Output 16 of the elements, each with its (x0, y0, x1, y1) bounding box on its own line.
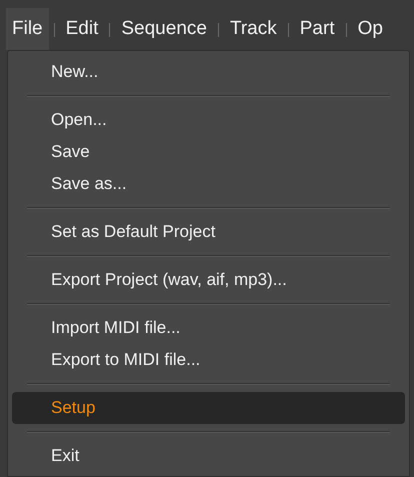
menu-item[interactable]: New... (12, 56, 405, 88)
menu-item[interactable]: Import MIDI file... (12, 312, 405, 344)
menu-item[interactable]: Set as Default Project (12, 216, 405, 248)
menu-bar-item[interactable]: Op (352, 8, 389, 50)
menu-item[interactable]: Exit (12, 440, 405, 472)
menu-item[interactable]: Export Project (wav, aif, mp3)... (12, 264, 405, 296)
menu-item[interactable]: Setup (12, 392, 405, 424)
menu-bar-item[interactable]: Sequence (115, 8, 213, 50)
menu-item[interactable]: Export to MIDI file... (12, 344, 405, 376)
menu-bar-item[interactable]: Edit (60, 8, 104, 50)
menu-item[interactable]: Save (12, 136, 405, 168)
menu-item[interactable]: Save as... (12, 168, 405, 200)
menu-bar-item[interactable]: File (6, 8, 49, 50)
menu-item[interactable]: Open... (12, 104, 405, 136)
menu-bar-item[interactable]: Part (294, 8, 341, 50)
menu-bar-item[interactable]: Track (224, 8, 283, 50)
